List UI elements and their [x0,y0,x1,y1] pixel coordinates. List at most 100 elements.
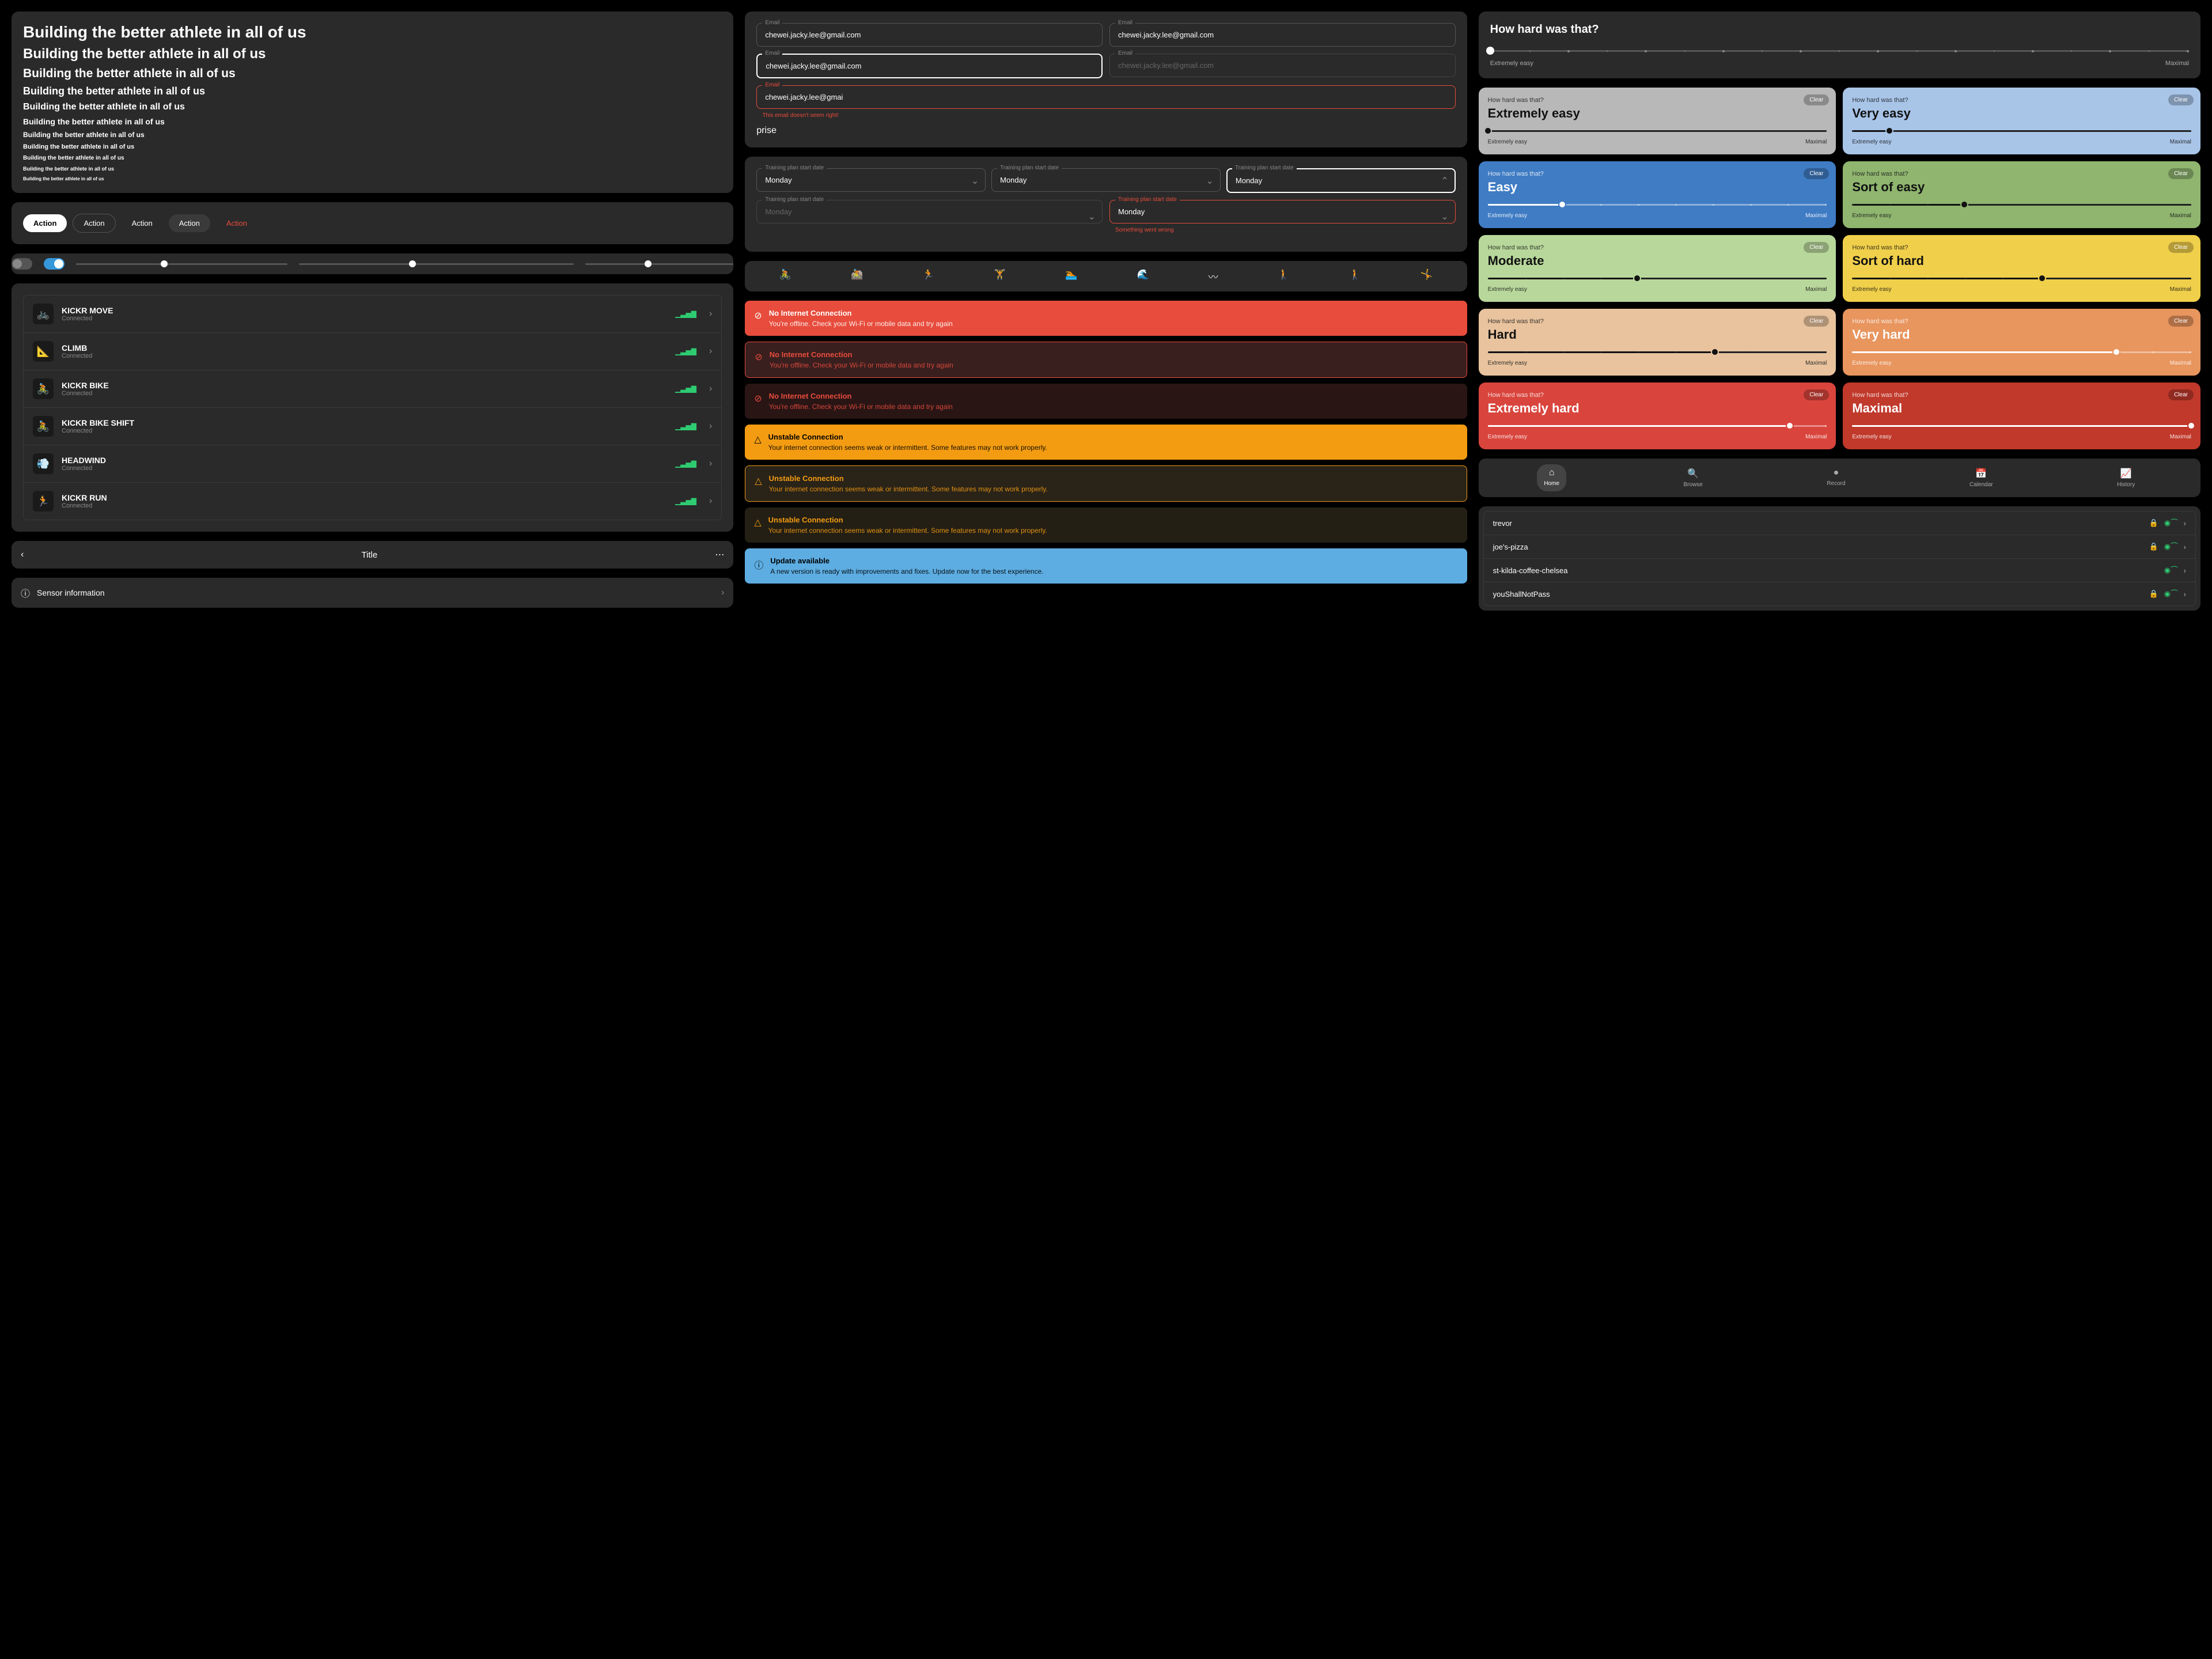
rpe-value: Extremely hard [1488,401,1827,416]
activity-icon[interactable]: 🌊 [1137,269,1149,283]
device-row[interactable]: 🚴 KICKR BIKE Connected ▁▃▅▇ › [24,370,721,408]
slider-thumb[interactable] [1960,200,1968,209]
slider-thumb[interactable] [1486,47,1494,55]
rpe-max-label: Maximal [1805,360,1827,366]
slider-thumb[interactable] [1885,127,1893,135]
tab-record[interactable]: ● Record [1820,464,1852,491]
alert-update: ⓘ Update availableA new version is ready… [745,548,1467,584]
more-icon[interactable]: ⋯ [715,549,724,560]
heading-8: Building the better athlete in all of us [23,143,722,150]
plan-select-open[interactable] [1226,168,1456,193]
activity-icon[interactable]: 🚵 [851,269,863,283]
slider-tick [1927,204,1929,206]
heading-7: Building the better athlete in all of us [23,131,722,139]
device-row[interactable]: 📐 CLIMB Connected ▁▃▅▇ › [24,333,721,370]
rpe-slider[interactable] [1852,425,2191,427]
activity-icon[interactable]: 🚶 [1278,269,1290,283]
email-input-alt[interactable] [1109,23,1456,47]
wifi-row[interactable]: st-kilda-coffee-chelsea ◉⏜ › [1484,559,2195,582]
slider-small[interactable] [76,263,287,265]
back-icon[interactable]: ‹ [21,550,24,560]
slider-thumb[interactable] [2187,422,2195,430]
signal-icon: ▁▃▅▇ [675,385,696,393]
tab-home[interactable]: ⌂ Home [1537,464,1566,491]
rpe-question: How hard was that? [1490,23,2189,36]
rpe-min-label: Extremely easy [1852,213,1891,219]
rpe-question: How hard was that? [1488,318,1827,325]
tab-calendar[interactable]: 📅 Calendar [1963,464,2000,491]
rpe-max-label: Maximal [2170,213,2191,219]
toggle-on[interactable] [44,258,65,270]
rpe-slider[interactable] [1490,50,2189,52]
plan-error-message: Something went wrong [1115,227,1456,233]
activity-icon[interactable]: 🏋️ [994,269,1006,283]
chevron-right-icon: › [709,384,712,394]
rpe-slider[interactable] [1852,278,2191,279]
slider-tick [1787,130,1789,132]
rpe-slider[interactable] [1488,351,1827,353]
tab-history[interactable]: 📈 History [2110,464,2142,491]
slider-thumb[interactable] [1633,274,1641,282]
plan-select-alt[interactable] [991,168,1221,192]
device-row[interactable]: 🚴 KICKR BIKE SHIFT Connected ▁▃▅▇ › [24,408,721,445]
device-row[interactable]: 🏃 KICKR RUN Connected ▁▃▅▇ › [24,483,721,520]
slider-tick [2040,351,2041,353]
slider-tick [1600,351,1602,353]
device-row[interactable]: 🚲 KICKR MOVE Connected ▁▃▅▇ › [24,296,721,333]
activity-icon[interactable]: 🚴 [779,269,791,283]
rpe-slider[interactable] [1852,351,2191,353]
rpe-level-card: Clear How hard was that? Maximal Extreme… [1843,382,2200,449]
activity-icon[interactable]: 🏊 [1065,269,1077,283]
signal-icon: ▁▃▅▇ [675,347,696,355]
rpe-slider[interactable] [1488,130,1827,132]
slider-thumb[interactable] [2038,274,2046,282]
email-error-message: This email doesn't seem right! [762,112,1455,119]
alert-body: Your internet connection seems weak or i… [768,527,1047,535]
slider-thumb[interactable] [2112,348,2120,356]
slider-tick [1563,130,1565,132]
email-input-focused[interactable] [756,54,1103,78]
action-button-primary[interactable]: Action [23,214,67,232]
activity-icon[interactable]: 🤸 [1421,269,1433,283]
slider-thumb[interactable] [1786,422,1794,430]
toggle-off[interactable] [12,258,32,270]
email-input-error[interactable] [756,85,1455,109]
alert-body: You're offline. Check your Wi-Fi or mobi… [769,403,953,411]
plan-select-error[interactable] [1109,200,1456,224]
slider-tick [1722,50,1725,52]
action-button-outline[interactable]: Action [73,214,115,233]
slider-tick [1750,278,1752,279]
rpe-slider[interactable] [1488,278,1827,279]
rpe-slider[interactable] [1852,204,2191,206]
rpe-slider[interactable] [1488,204,1827,206]
device-row[interactable]: 💨 HEADWIND Connected ▁▃▅▇ › [24,445,721,483]
activity-icon[interactable]: 🏃 [922,269,934,283]
action-button-danger[interactable]: Action [216,214,257,232]
slider-thumb[interactable] [1484,127,1492,135]
email-input-default[interactable] [756,23,1103,47]
slider-thumb[interactable] [1558,200,1566,209]
rpe-question: How hard was that? [1488,97,1827,104]
action-button-dark[interactable]: Action [169,214,210,232]
sensor-info-row[interactable]: ⓘ Sensor information › [12,578,733,608]
activity-icon[interactable]: 〰 [1209,269,1218,283]
slider-tick [1675,425,1677,427]
plan-select-default[interactable] [756,168,986,192]
wifi-row[interactable]: youShallNotPass 🔒 ◉⏜ › [1484,582,2195,605]
alert-title: Update available [770,556,1043,565]
wifi-row[interactable]: trevor 🔒 ◉⏜ › [1484,512,2195,535]
plan-label: Training plan start date [762,165,827,171]
rpe-min-label: Extremely easy [1852,360,1891,366]
activity-icon[interactable]: 🚶 [1349,269,1361,283]
device-name: KICKR MOVE [62,306,667,315]
heading-3: Building the better athlete in all of us [23,67,722,81]
rpe-slider[interactable] [1852,130,2191,132]
slider-medium[interactable] [299,263,574,265]
slider-thumb[interactable] [1711,348,1719,356]
action-button-ghost[interactable]: Action [122,214,163,232]
rpe-slider[interactable] [1488,425,1827,427]
rpe-max-label: Maximal [1805,434,1827,440]
wifi-row[interactable]: joe's-pizza 🔒 ◉⏜ › [1484,535,2195,559]
tab-browse[interactable]: 🔍 Browse [1677,464,1710,491]
slider-tick [1713,425,1714,427]
